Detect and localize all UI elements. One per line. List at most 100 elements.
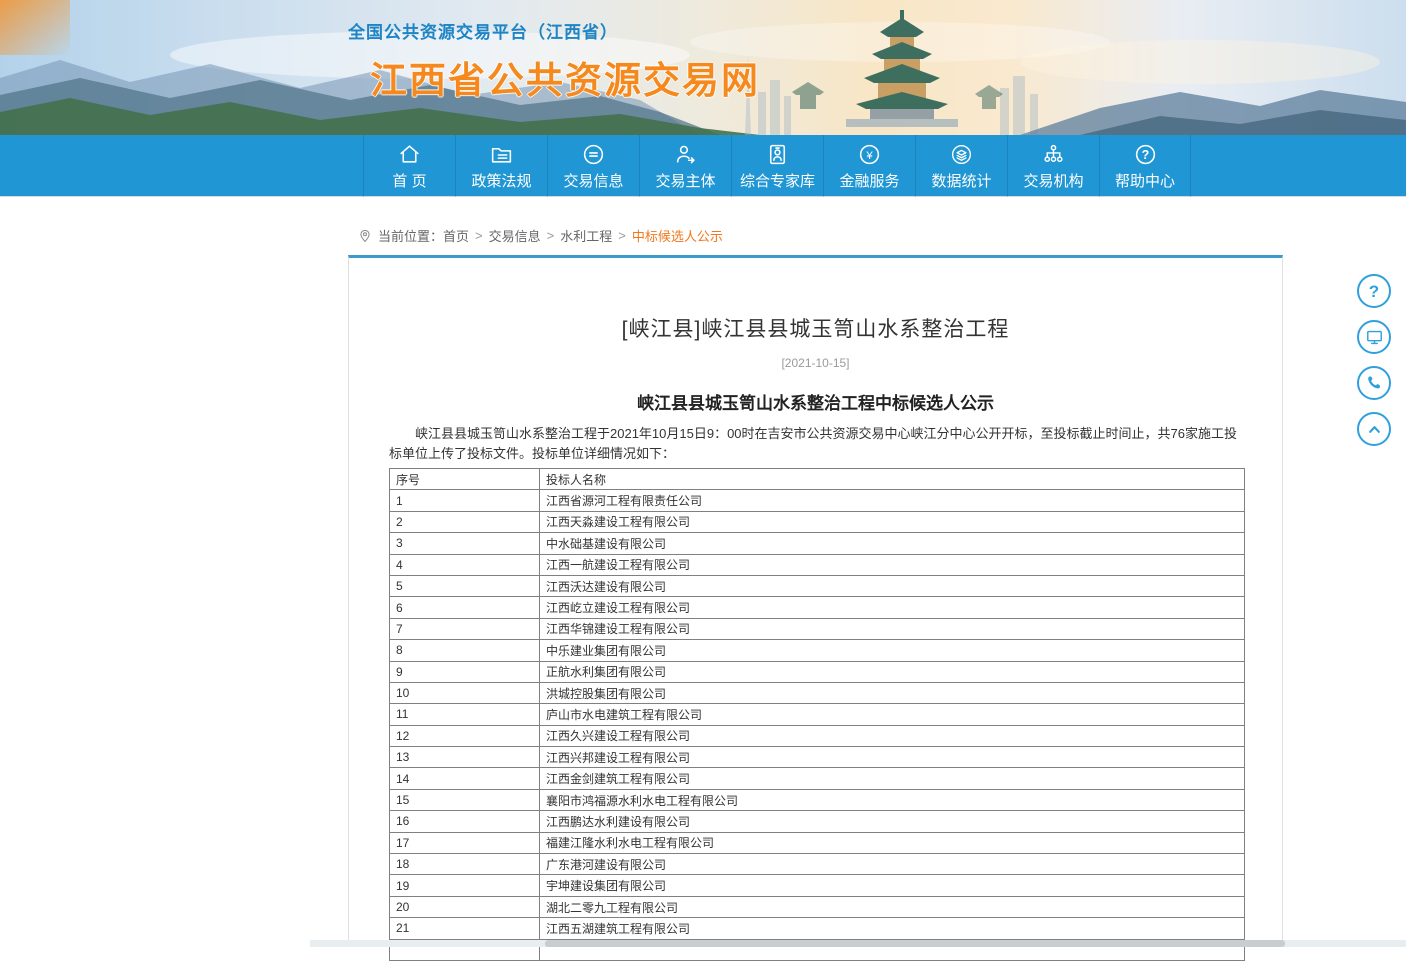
bidders-tbody: 1江西省源河工程有限责任公司2江西天淼建设工程有限公司3中水础基建设有限公司4江… <box>390 490 1245 961</box>
main-navbar: 首 页 政策法规 交易信息 交易主体 综合专家库 ¥ 金融服务 数据统计 交易机 <box>0 135 1406 197</box>
bidder-name-cell: 中水础基建设有限公司 <box>540 533 1245 554</box>
nav-item-trade-info[interactable]: 交易信息 <box>547 135 639 197</box>
table-row: 4江西一航建设工程有限公司 <box>390 554 1245 575</box>
nav-menu: 首 页 政策法规 交易信息 交易主体 综合专家库 ¥ 金融服务 数据统计 交易机 <box>363 135 1191 197</box>
bidder-name-cell: 广东港河建设有限公司 <box>540 854 1245 875</box>
table-row: 20湖北二零九工程有限公司 <box>390 896 1245 917</box>
help-button[interactable]: ? <box>1357 274 1391 308</box>
row-index-cell: 4 <box>390 554 540 575</box>
table-row: 12江西久兴建设工程有限公司 <box>390 725 1245 746</box>
person-arrow-icon <box>673 142 698 167</box>
bidder-name-cell: 江西沃达建设有限公司 <box>540 575 1245 596</box>
row-index-cell: 9 <box>390 661 540 682</box>
horizontal-scrollbar-thumb[interactable] <box>545 940 1285 947</box>
svg-text:¥: ¥ <box>865 149 873 161</box>
bidder-name-cell: 江西兴邦建设工程有限公司 <box>540 747 1245 768</box>
back-to-top-button[interactable] <box>1357 412 1391 446</box>
header-bidder-name: 投标人名称 <box>540 469 1245 490</box>
nav-item-data-statistics[interactable]: 数据统计 <box>915 135 1007 197</box>
bidder-name-cell: 湖北二零九工程有限公司 <box>540 896 1245 917</box>
monitor-button[interactable] <box>1357 320 1391 354</box>
row-index-cell: 5 <box>390 575 540 596</box>
header-index: 序号 <box>390 469 540 490</box>
row-index-cell: 11 <box>390 704 540 725</box>
row-index-cell: 10 <box>390 682 540 703</box>
table-row: 10洪城控股集团有限公司 <box>390 682 1245 703</box>
table-row: 15襄阳市鸿福源水利水电工程有限公司 <box>390 789 1245 810</box>
breadcrumb: 当前位置： 首页 > 交易信息 > 水利工程 > 中标候选人公示 <box>358 226 723 245</box>
row-index-cell: 14 <box>390 768 540 789</box>
row-index-cell: 1 <box>390 490 540 511</box>
table-row: 7江西华锦建设工程有限公司 <box>390 618 1245 639</box>
article-panel: [峡江县]峡江县县城玉笥山水系整治工程 [2021-10-15] 峡江县县城玉笥… <box>348 255 1283 947</box>
table-row: 8中乐建业集团有限公司 <box>390 640 1245 661</box>
bidder-name-cell: 江西屹立建设工程有限公司 <box>540 597 1245 618</box>
bidder-name-cell: 正航水利集团有限公司 <box>540 661 1245 682</box>
bidder-name-cell: 宇坤建设集团有限公司 <box>540 875 1245 896</box>
breadcrumb-prefix: 当前位置： <box>378 226 443 245</box>
monitor-icon <box>1365 328 1384 347</box>
home-icon <box>397 142 422 167</box>
row-index-cell: 16 <box>390 811 540 832</box>
nav-item-financial-services[interactable]: ¥ 金融服务 <box>823 135 915 197</box>
bidder-name-cell: 庐山市水电建筑工程有限公司 <box>540 704 1245 725</box>
row-index-cell: 13 <box>390 747 540 768</box>
breadcrumb-current: 中标候选人公示 <box>632 226 723 245</box>
row-index-cell: 2 <box>390 511 540 532</box>
breadcrumb-link-home[interactable]: 首页 <box>443 226 469 245</box>
bidder-name-cell: 江西五湖建筑工程有限公司 <box>540 918 1245 939</box>
page-title: [峡江县]峡江县县城玉笥山水系整治工程 <box>349 313 1282 343</box>
article-body: 峡江县县城玉笥山水系整治工程于2021年10月15日9：00时在吉安市公共资源交… <box>389 424 1244 464</box>
nav-item-trade-subject[interactable]: 交易主体 <box>639 135 731 197</box>
table-row: 11庐山市水电建筑工程有限公司 <box>390 704 1245 725</box>
bidder-name-cell: 江西久兴建设工程有限公司 <box>540 725 1245 746</box>
question-circle-icon: ? <box>1133 142 1158 167</box>
nav-item-expert-library[interactable]: 综合专家库 <box>731 135 823 197</box>
nav-item-policies[interactable]: 政策法规 <box>455 135 547 197</box>
bidder-name-cell: 江西一航建设工程有限公司 <box>540 554 1245 575</box>
bidder-name-cell: 福建江隆水利水电工程有限公司 <box>540 832 1245 853</box>
row-index-cell: 19 <box>390 875 540 896</box>
breadcrumb-separator: > <box>475 228 483 243</box>
bidders-table: 序号 投标人名称 1江西省源河工程有限责任公司2江西天淼建设工程有限公司3中水础… <box>389 468 1245 961</box>
row-index-cell: 20 <box>390 896 540 917</box>
table-row: 2江西天淼建设工程有限公司 <box>390 511 1245 532</box>
table-row: 14江西金剑建筑工程有限公司 <box>390 768 1245 789</box>
table-row: 1江西省源河工程有限责任公司 <box>390 490 1245 511</box>
nav-item-help-center[interactable]: ? 帮助中心 <box>1099 135 1191 197</box>
row-index-cell: 6 <box>390 597 540 618</box>
table-row: 9正航水利集团有限公司 <box>390 661 1245 682</box>
table-row: 3中水础基建设有限公司 <box>390 533 1245 554</box>
site-banner: 全国公共资源交易平台（江西省） 江西省公共资源交易网 <box>0 0 1406 135</box>
bidder-name-cell: 江西省源河工程有限责任公司 <box>540 490 1245 511</box>
phone-icon <box>1365 374 1383 392</box>
floating-toolbar: ? <box>1357 274 1391 446</box>
table-row: 5江西沃达建设有限公司 <box>390 575 1245 596</box>
yuan-circle-icon: ¥ <box>857 142 882 167</box>
svg-text:?: ? <box>1141 147 1149 161</box>
breadcrumb-link-trade-info[interactable]: 交易信息 <box>489 226 541 245</box>
table-header-row: 序号 投标人名称 <box>390 469 1245 490</box>
row-index-cell: 17 <box>390 832 540 853</box>
question-icon: ? <box>1369 283 1379 300</box>
article-date: [2021-10-15] <box>349 356 1282 370</box>
breadcrumb-separator: > <box>547 228 555 243</box>
bidder-name-cell: 江西鹏达水利建设有限公司 <box>540 811 1245 832</box>
row-index-cell: 12 <box>390 725 540 746</box>
bidder-name-cell: 江西华锦建设工程有限公司 <box>540 618 1245 639</box>
platform-title: 全国公共资源交易平台（江西省） <box>348 18 760 43</box>
nav-item-trading-institutions[interactable]: 交易机构 <box>1007 135 1099 197</box>
breadcrumb-link-water-projects[interactable]: 水利工程 <box>560 226 612 245</box>
phone-button[interactable] <box>1357 366 1391 400</box>
article-subtitle: 峡江县县城玉笥山水系整治工程中标候选人公示 <box>349 389 1282 414</box>
bidder-name-cell: 襄阳市鸿福源水利水电工程有限公司 <box>540 789 1245 810</box>
location-pin-icon <box>358 229 372 243</box>
nav-item-home[interactable]: 首 页 <box>363 135 455 197</box>
id-card-icon <box>765 142 790 167</box>
site-title: 江西省公共资源交易网 <box>348 50 760 104</box>
table-row: 18广东港河建设有限公司 <box>390 854 1245 875</box>
bidder-name-cell: 江西天淼建设工程有限公司 <box>540 511 1245 532</box>
breadcrumb-separator: > <box>618 228 626 243</box>
table-row: 21江西五湖建筑工程有限公司 <box>390 918 1245 939</box>
info-circle-icon <box>581 142 606 167</box>
